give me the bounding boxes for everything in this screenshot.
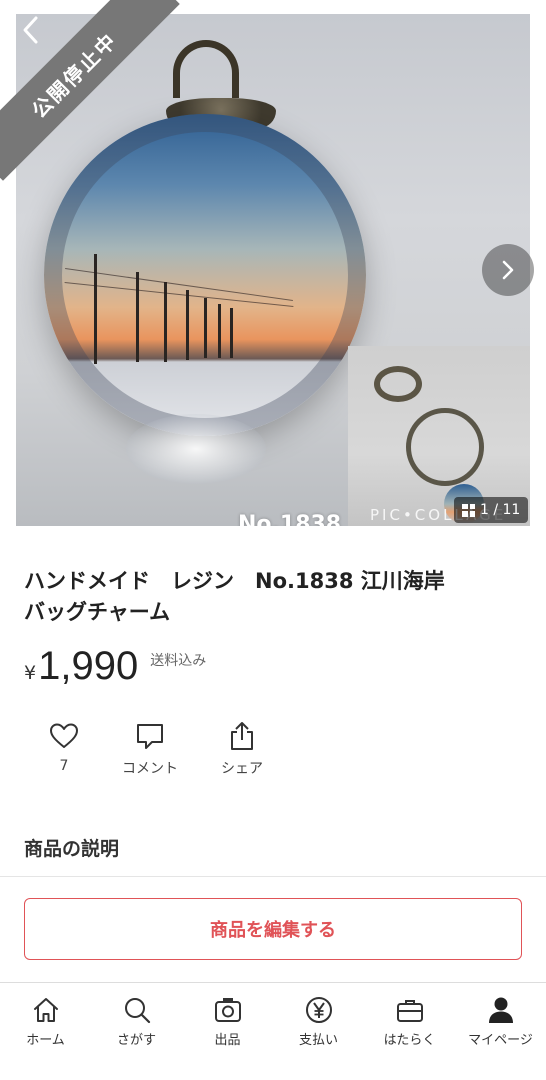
nav-item-payment[interactable]: 支払い bbox=[273, 983, 364, 1080]
home-icon bbox=[33, 998, 58, 1022]
currency-symbol: ¥ bbox=[24, 662, 37, 684]
next-image-button[interactable] bbox=[482, 244, 534, 296]
nav-label-work: はたらく bbox=[383, 1033, 436, 1048]
person-icon bbox=[488, 997, 513, 1023]
image-counter-text: 1 / 11 bbox=[480, 502, 521, 518]
resin-pendant bbox=[44, 114, 366, 436]
briefcase-icon bbox=[396, 1000, 423, 1022]
search-icon bbox=[124, 998, 150, 1024]
nav-item-home[interactable]: ホーム bbox=[0, 983, 91, 1080]
chevron-right-icon bbox=[502, 260, 514, 280]
like-count: 7 bbox=[59, 758, 69, 774]
nav-label-payment: 支払い bbox=[298, 1033, 338, 1048]
description-heading: 商品の説明 bbox=[24, 838, 120, 860]
heart-icon bbox=[50, 723, 78, 748]
image-gallery[interactable]: No.1838 PIC•COLLAGE 1 / 11 公開停止中 bbox=[0, 0, 546, 540]
divider bbox=[0, 876, 546, 877]
nav-item-search[interactable]: さがす bbox=[91, 983, 182, 1080]
image-counter: 1 / 11 bbox=[454, 497, 529, 523]
comment-button[interactable]: コメント bbox=[104, 720, 196, 778]
like-button[interactable]: 7 bbox=[24, 720, 104, 778]
nav-item-sell[interactable]: 出品 bbox=[182, 983, 273, 1080]
nav-label-search: さがす bbox=[116, 1033, 156, 1048]
nav-item-mypage[interactable]: マイページ bbox=[455, 983, 546, 1080]
edit-item-button[interactable]: 商品を編集する bbox=[24, 898, 522, 960]
price: 1,990 bbox=[38, 644, 139, 688]
product-title-line2: バッグチャーム bbox=[24, 600, 171, 624]
price-row: ¥ 1,990 送料込み bbox=[24, 644, 206, 689]
shipping-note: 送料込み bbox=[150, 653, 207, 669]
product-title: ハンドメイド レジン No.1838 江川海岸 バッグチャーム bbox=[24, 566, 524, 628]
nav-label-sell: 出品 bbox=[214, 1033, 241, 1048]
product-title-line1: ハンドメイド レジン No.1838 江川海岸 bbox=[24, 569, 445, 593]
pendant-reflection bbox=[126, 414, 266, 484]
camera-icon bbox=[214, 998, 241, 1022]
nav-label-mypage: マイページ bbox=[468, 1033, 533, 1048]
comment-label: コメント bbox=[122, 761, 178, 777]
grid-icon bbox=[462, 503, 475, 517]
share-button[interactable]: シェア bbox=[196, 720, 288, 778]
bottom-navigation: ホーム さがす 出品 支払い はたらく マイページ bbox=[0, 982, 546, 1080]
pendant-bail bbox=[173, 40, 239, 98]
photo-caption: No.1838 bbox=[238, 512, 342, 526]
nav-label-home: ホーム bbox=[26, 1033, 65, 1048]
comment-icon bbox=[137, 724, 163, 749]
action-bar: 7 コメント シェア bbox=[24, 720, 288, 778]
share-icon bbox=[231, 722, 253, 750]
back-button[interactable] bbox=[14, 12, 50, 48]
share-label: シェア bbox=[221, 761, 263, 777]
yen-icon bbox=[305, 997, 332, 1023]
nav-item-work[interactable]: はたらく bbox=[364, 983, 455, 1080]
chevron-left-icon bbox=[23, 16, 38, 44]
